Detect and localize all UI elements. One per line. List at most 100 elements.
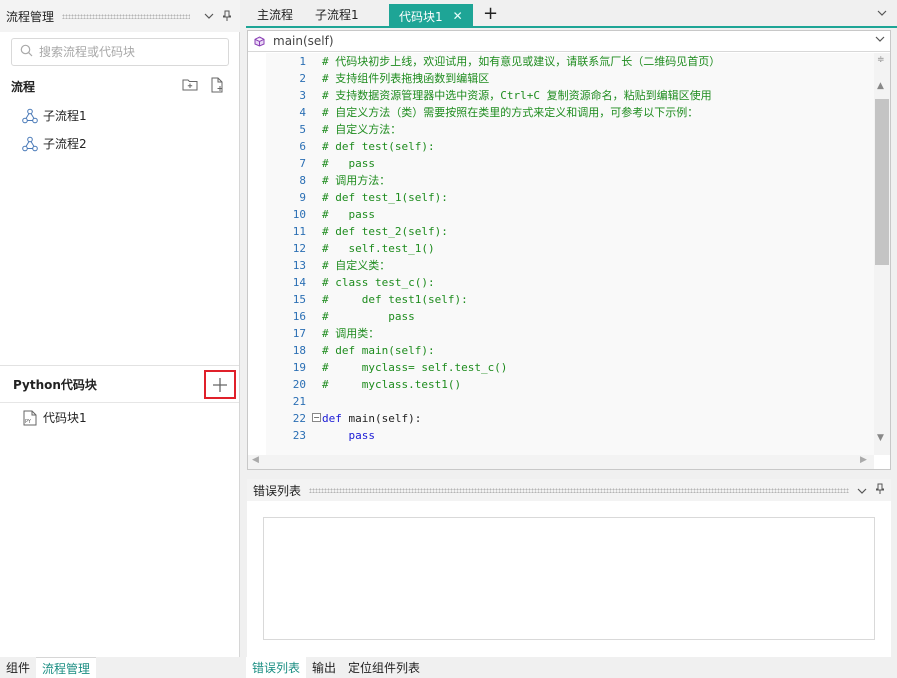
code-line: pass xyxy=(322,427,720,444)
code-line: def main(self): xyxy=(322,410,720,427)
tab-label: 代码块1 xyxy=(399,9,443,24)
code-area[interactable]: 1 2 3 4 5 6 7 8 9 10 11 12 13 14 15 16 17 18 19 20 21 22 23 − … xyxy=(266,53,874,455)
add-tab-icon[interactable]: + xyxy=(483,3,498,24)
code-text: # pass xyxy=(322,310,415,323)
chevron-down-icon[interactable] xyxy=(202,9,216,23)
code-text: # 调用类： xyxy=(322,327,380,340)
line-number: 23 xyxy=(292,429,306,442)
keyword: pass xyxy=(348,429,376,442)
code-line: # def main(self): xyxy=(322,342,720,359)
line-number-gutter: 1 2 3 4 5 6 7 8 9 10 11 12 13 14 15 16 17 18 19 20 21 22 23 xyxy=(266,53,306,444)
code-text: # myclass= self.test_c() xyxy=(322,361,508,374)
flow-item-label: 子流程1 xyxy=(43,109,87,123)
code-text: main(self): xyxy=(341,412,422,425)
flow-item-label: 子流程2 xyxy=(43,137,87,151)
code-line: # class test_c(): xyxy=(322,274,720,291)
app-window: 流程管理 流程 xyxy=(0,0,897,678)
horizontal-scrollbar[interactable]: ◀ ▶ xyxy=(248,455,874,469)
code-line: # myclass= self.test_c() xyxy=(322,359,720,376)
tab-component-locate[interactable]: 定位组件列表 xyxy=(342,657,426,678)
new-file-icon[interactable] xyxy=(210,77,224,96)
tab-output[interactable]: 输出 xyxy=(306,657,342,678)
code-line: # 调用方法： xyxy=(322,172,720,189)
tab-components[interactable]: 组件 xyxy=(0,657,36,678)
line-number: 6 xyxy=(299,140,306,153)
add-code-block-button[interactable] xyxy=(204,370,236,399)
flow-item[interactable]: 子流程1 xyxy=(22,107,87,124)
scroll-right-icon[interactable]: ▶ xyxy=(860,455,867,465)
code-line: # 支持数据资源管理器中选中资源，Ctrl+C 复制资源命名，粘贴到编辑区使用 xyxy=(322,87,720,104)
drag-grip[interactable] xyxy=(309,487,849,493)
editor-tab-bar: 主流程 子流程1 代码块1 ✕ xyxy=(246,0,897,28)
chevron-down-icon[interactable] xyxy=(857,483,867,497)
line-number: 16 xyxy=(292,310,306,323)
left-bottom-tabs: 组件 流程管理 xyxy=(0,657,240,678)
new-folder-icon[interactable] xyxy=(182,77,198,96)
line-number: 21 xyxy=(292,395,306,408)
code-text: # 调用方法： xyxy=(322,174,391,187)
fold-collapse-icon[interactable]: − xyxy=(312,413,321,422)
line-number: 22 xyxy=(292,412,306,425)
pin-icon[interactable] xyxy=(220,9,234,23)
tab-code-block-1[interactable]: 代码块1 ✕ xyxy=(389,4,473,26)
method-cube-icon xyxy=(254,35,265,47)
function-selector-value: main(self) xyxy=(273,34,334,48)
code-line: # myclass.test1() xyxy=(322,376,720,393)
code-text: # 自定义方法（类）需要按照在类里的方式来定义和调用，可参考以下示例： xyxy=(322,106,699,119)
code-line: # 自定义方法（类）需要按照在类里的方式来定义和调用，可参考以下示例： xyxy=(322,104,720,121)
code-block-item[interactable]: PY 代码块1 xyxy=(22,409,87,426)
function-selector[interactable]: main(self) xyxy=(248,31,890,52)
code-text: # 代码块初步上线，欢迎试用，如有意见或建议，请联系氚厂长（二维码见首页） xyxy=(322,55,721,68)
line-number: 13 xyxy=(292,259,306,272)
line-number: 17 xyxy=(292,327,306,340)
code-line: # def test(self): xyxy=(322,138,720,155)
flow-manager-panel: 流程管理 流程 xyxy=(0,0,240,657)
search-box[interactable] xyxy=(11,38,229,66)
vertical-scrollbar[interactable]: ≑ ▲ ▼ xyxy=(874,53,890,455)
code-text: # myclass.test1() xyxy=(322,378,462,391)
keyword: def xyxy=(322,412,342,425)
svg-text:PY: PY xyxy=(25,419,32,425)
flow-toolbar xyxy=(182,77,224,96)
code-line: # def test_2(self): xyxy=(322,223,720,240)
scroll-left-icon[interactable]: ◀ xyxy=(252,455,259,465)
code-line: # 自定义方法： xyxy=(322,121,720,138)
code-text: # 自定义方法： xyxy=(322,123,402,136)
tab-main-flow[interactable]: 主流程 xyxy=(257,6,293,23)
line-number: 3 xyxy=(299,89,306,102)
code-text: # 自定义类： xyxy=(322,259,391,272)
line-number: 12 xyxy=(292,242,306,255)
scroll-thumb[interactable] xyxy=(875,99,889,265)
code-line: # pass xyxy=(322,308,720,325)
pin-icon[interactable] xyxy=(875,483,885,498)
line-number: 15 xyxy=(292,293,306,306)
python-file-icon: PY xyxy=(22,410,38,426)
flow-item[interactable]: 子流程2 xyxy=(22,135,87,152)
tab-flow-manager[interactable]: 流程管理 xyxy=(36,657,97,678)
line-number: 20 xyxy=(292,378,306,391)
code-text: # pass xyxy=(322,208,375,221)
chevron-down-icon[interactable] xyxy=(875,34,885,45)
error-list-panel: 错误列表 xyxy=(247,479,891,657)
code-text: # def test1(self): xyxy=(322,293,468,306)
scroll-up-icon[interactable]: ▲ xyxy=(877,81,884,91)
close-icon[interactable]: ✕ xyxy=(453,9,463,23)
code-text: # self.test_1() xyxy=(322,242,435,255)
code-lines: # 代码块初步上线，欢迎试用，如有意见或建议，请联系氚厂长（二维码见首页） # 支… xyxy=(322,53,720,444)
line-number: 7 xyxy=(299,157,306,170)
scroll-down-icon[interactable]: ▼ xyxy=(877,433,884,443)
search-input[interactable] xyxy=(39,45,219,59)
chevron-down-icon[interactable] xyxy=(877,8,887,19)
code-line: # def test_1(self): xyxy=(322,189,720,206)
drag-grip[interactable] xyxy=(62,13,190,19)
tab-subflow-1[interactable]: 子流程1 xyxy=(315,6,359,23)
error-panel-title: 错误列表 xyxy=(253,483,302,498)
code-text: # pass xyxy=(322,157,375,170)
code-line: # def test1(self): xyxy=(322,291,720,308)
split-icon[interactable]: ≑ xyxy=(877,55,885,65)
error-list[interactable] xyxy=(263,517,875,640)
tab-error-list[interactable]: 错误列表 xyxy=(246,657,307,678)
code-text: # 支持组件列表拖拽函数到编辑区 xyxy=(322,72,490,85)
